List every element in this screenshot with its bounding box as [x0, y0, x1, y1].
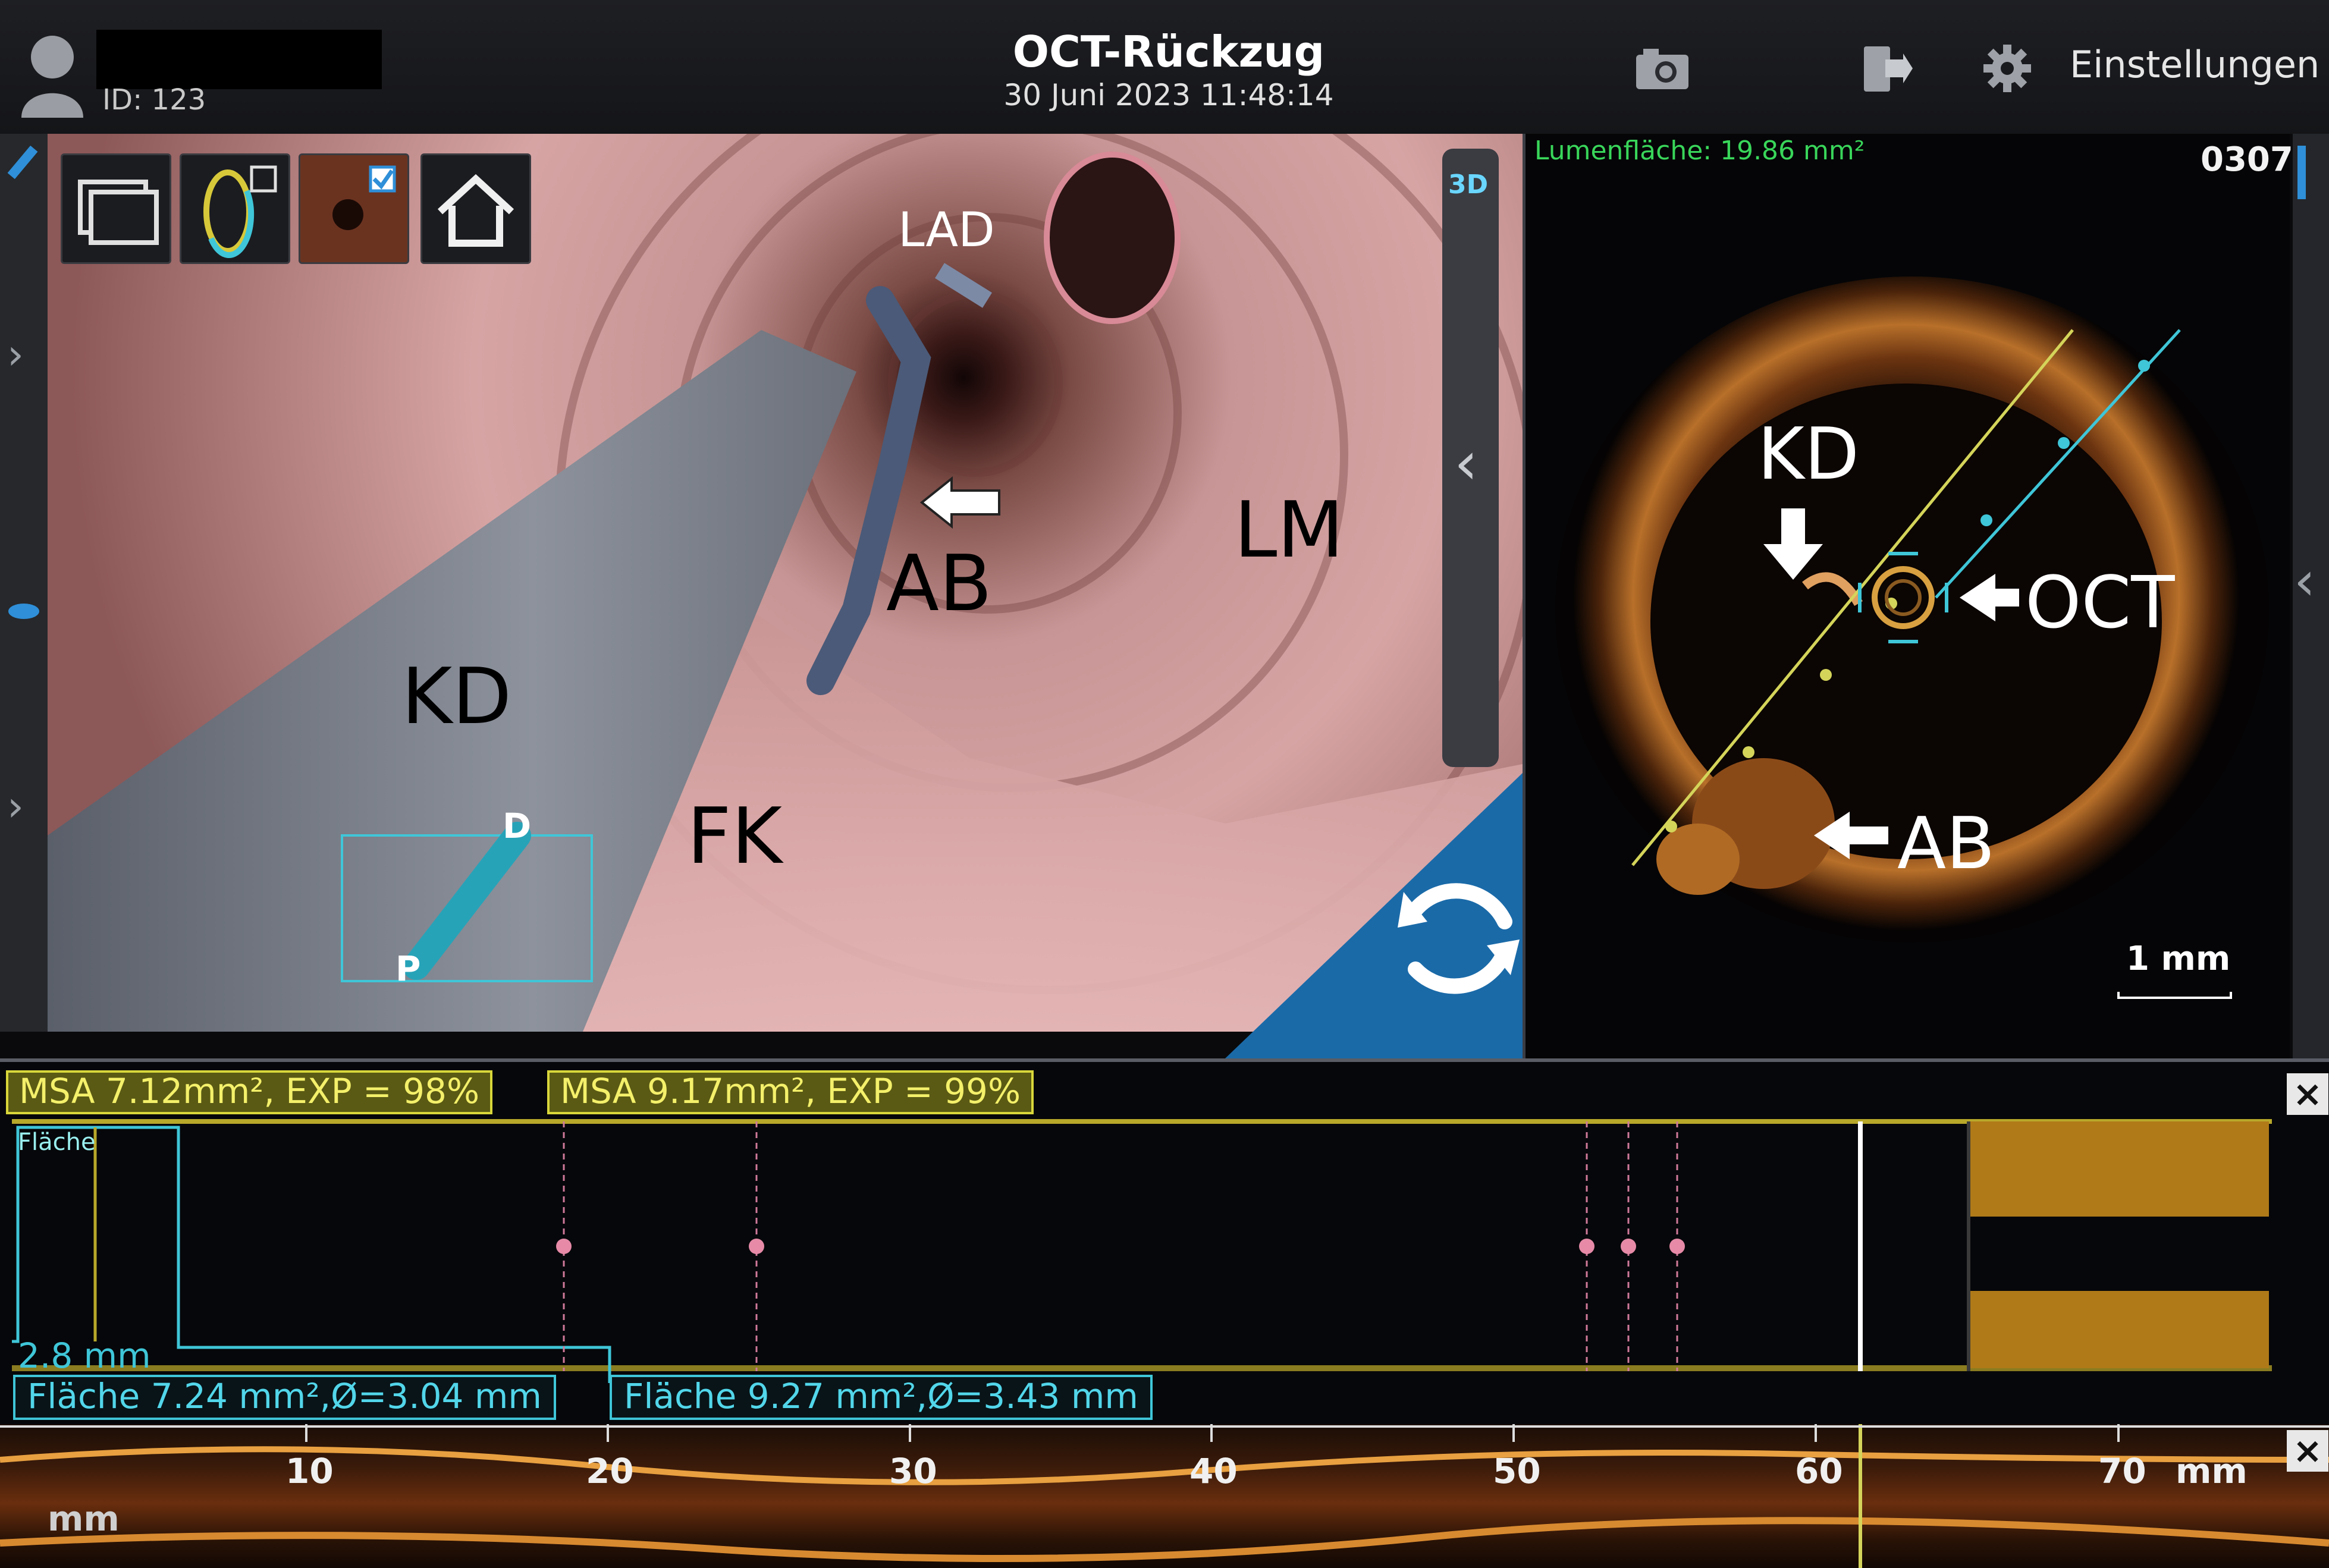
- distal-marker: D: [503, 806, 532, 846]
- frame-number: 0307: [2201, 140, 2293, 179]
- area-readout-2[interactable]: Fläche 9.27 mm²,Ø=3.43 mm: [610, 1375, 1153, 1420]
- export-icon[interactable]: [1856, 42, 1915, 95]
- chevron-right-icon[interactable]: ›: [7, 782, 24, 831]
- axis-unit-left: mm: [48, 1498, 120, 1539]
- endoscope-view-button[interactable]: [299, 153, 409, 264]
- eye-icon[interactable]: [8, 604, 39, 619]
- msa-readout-1[interactable]: MSA 7.12mm², EXP = 98%: [6, 1070, 493, 1114]
- pullback-image: [0, 1424, 2329, 1568]
- axis-tick: 70: [2098, 1451, 2146, 1491]
- tool-icon[interactable]: [2297, 146, 2306, 199]
- layers-button[interactable]: [61, 153, 171, 264]
- lad-label: LAD: [898, 202, 995, 257]
- window-title: OCT-Rückzug: [1012, 27, 1325, 77]
- longitudinal-pullback-strip[interactable]: [0, 1424, 2329, 1568]
- scale-bar: [2117, 992, 2232, 999]
- left-sidebar: › ›: [0, 134, 48, 1032]
- oct-catheter-label: OCT: [2025, 562, 2175, 645]
- close-l-mode-button[interactable]: ×: [2287, 1073, 2328, 1115]
- window-title-block: OCT-Rückzug 30 Juni 2023 11:48:14: [916, 27, 1421, 112]
- right-sidebar: ‹: [2293, 134, 2329, 1058]
- endoscope-icon: [332, 165, 396, 230]
- patient-id: ID: 123: [102, 83, 206, 117]
- axis-tick: 30: [889, 1451, 937, 1491]
- msa-readout-2[interactable]: MSA 9.17mm², EXP = 99%: [547, 1070, 1034, 1114]
- fk-label: FK: [687, 791, 783, 881]
- axis-tick: 40: [1189, 1451, 1238, 1491]
- chevron-left-icon[interactable]: ‹: [2294, 550, 2315, 612]
- ring-icon: [203, 165, 277, 258]
- rotate-view-button[interactable]: [1225, 773, 1523, 1058]
- oct-kd-label: KD: [1757, 413, 1860, 496]
- oct-frame-image: [1555, 276, 2269, 942]
- chevron-right-icon[interactable]: ›: [7, 330, 24, 379]
- proximal-marker: P: [396, 948, 421, 989]
- chevron-left-icon[interactable]: ‹: [1454, 428, 1478, 498]
- axis-tick: 60: [1795, 1451, 1843, 1491]
- layers-icon: [78, 180, 159, 245]
- gear-icon[interactable]: [1978, 42, 2037, 95]
- lumen-area-readout: Lumenfläche: 19.86 mm²: [1534, 136, 1865, 166]
- ab-label: AB: [886, 538, 993, 629]
- close-strip-button[interactable]: ×: [2287, 1430, 2328, 1472]
- scale-label: 1 mm: [2126, 939, 2231, 978]
- recording-datetime: 30 Juni 2023 11:48:14: [1003, 78, 1334, 112]
- area-readout-1[interactable]: Fläche 7.24 mm²,Ø=3.04 mm: [13, 1375, 556, 1420]
- home-icon: [437, 174, 514, 247]
- home-button[interactable]: [420, 153, 531, 264]
- lm-label: LM: [1234, 485, 1344, 575]
- user-avatar-icon: [21, 36, 83, 118]
- axis-tick: 50: [1493, 1451, 1541, 1491]
- axis-tick: 10: [285, 1451, 334, 1491]
- axis-unit-right: mm: [2176, 1451, 2248, 1491]
- oct-ab-label: AB: [1897, 803, 1995, 885]
- patient-name-redacted: [96, 30, 382, 89]
- area-curve-label: Fläche: [18, 1129, 96, 1156]
- toggle-3d-button[interactable]: 3D: [1448, 169, 1488, 200]
- settings-button[interactable]: Einstellungen: [2070, 43, 2319, 86]
- camera-icon[interactable]: [1633, 42, 1692, 95]
- oct-cross-section-view[interactable]: KD OCT AB: [1526, 134, 2290, 1058]
- axis-tick: 20: [586, 1451, 634, 1491]
- pencil-icon[interactable]: [7, 145, 38, 180]
- length-readout: 2.8 mm: [18, 1336, 151, 1376]
- ring-view-button[interactable]: [180, 153, 290, 264]
- kd-label: KD: [401, 651, 512, 741]
